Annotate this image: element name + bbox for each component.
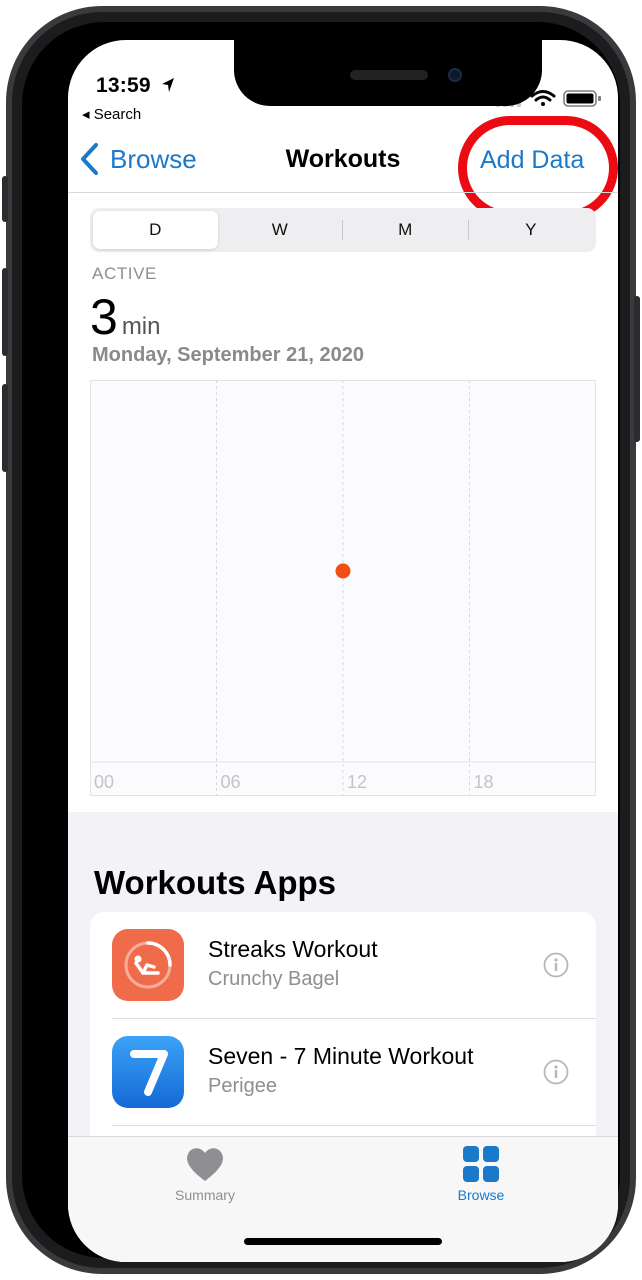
streaks-workout-icon [112, 929, 184, 1001]
segment-month[interactable]: M [343, 211, 468, 249]
seven-workout-icon [112, 1036, 184, 1108]
segment-week[interactable]: W [218, 211, 343, 249]
list-item-seven[interactable]: Seven - 7 Minute Workout Perigee [90, 1019, 596, 1125]
tab-summary-label: Summary [175, 1187, 235, 1203]
segment-day[interactable]: D [93, 211, 218, 249]
battery-icon [563, 90, 601, 107]
tab-summary[interactable]: Summary [135, 1145, 275, 1203]
front-camera [448, 68, 462, 82]
phone-bezel: 13:59 ◂ Search Browse Workouts Add Data … [22, 22, 620, 1262]
app-name: Streaks Workout [208, 936, 378, 962]
chart-data-point[interactable] [335, 563, 351, 579]
apps-section-title: Workouts Apps [94, 864, 337, 901]
back-to-search-link[interactable]: ◂ Search [82, 105, 141, 123]
info-icon[interactable] [543, 1059, 569, 1085]
mute-switch [2, 176, 8, 222]
chart-x-tick-label: 00 [94, 772, 114, 792]
side-button [634, 296, 640, 442]
chart-x-tick-label: 12 [347, 772, 367, 792]
grid-icon [463, 1146, 499, 1182]
location-arrow-icon [162, 78, 174, 92]
heart-icon [187, 1148, 223, 1181]
summary-category: ACTIVE [92, 264, 158, 283]
period-segmented-control: D W M Y [90, 208, 596, 252]
summary-date: Monday, September 21, 2020 [92, 344, 364, 366]
chart-x-tick-label: 06 [221, 772, 241, 792]
list-item-streaks[interactable]: Streaks Workout Crunchy Bagel [90, 912, 596, 1018]
info-icon[interactable] [543, 952, 569, 978]
tab-browse[interactable]: Browse [411, 1145, 551, 1203]
screen: 13:59 ◂ Search Browse Workouts Add Data … [68, 40, 618, 1262]
app-developer: Crunchy Bagel [208, 968, 340, 990]
earpiece-speaker [350, 70, 428, 80]
workouts-chart[interactable]: 00 06 12 18 [90, 380, 596, 796]
list-divider [112, 1125, 596, 1126]
summary-metric: 3 min [90, 288, 160, 346]
app-developer: Perigee [208, 1075, 277, 1097]
summary-unit: min [121, 313, 161, 340]
tab-browse-label: Browse [457, 1187, 505, 1203]
app-name: Seven - 7 Minute Workout [208, 1043, 474, 1069]
nav-divider [68, 192, 618, 193]
chart-x-tick-label: 18 [474, 772, 494, 792]
segment-year[interactable]: Y [469, 211, 594, 249]
summary-value: 3 [90, 289, 118, 345]
wifi-icon [530, 90, 556, 106]
status-time: 13:59 [96, 74, 151, 97]
apps-list: Streaks Workout Crunchy Bagel Seven - 7 … [90, 912, 596, 1152]
highlight-circle [458, 116, 618, 220]
volume-down-button [2, 384, 8, 472]
volume-up-button [2, 268, 8, 356]
home-indicator [244, 1238, 442, 1245]
notch [234, 40, 542, 106]
